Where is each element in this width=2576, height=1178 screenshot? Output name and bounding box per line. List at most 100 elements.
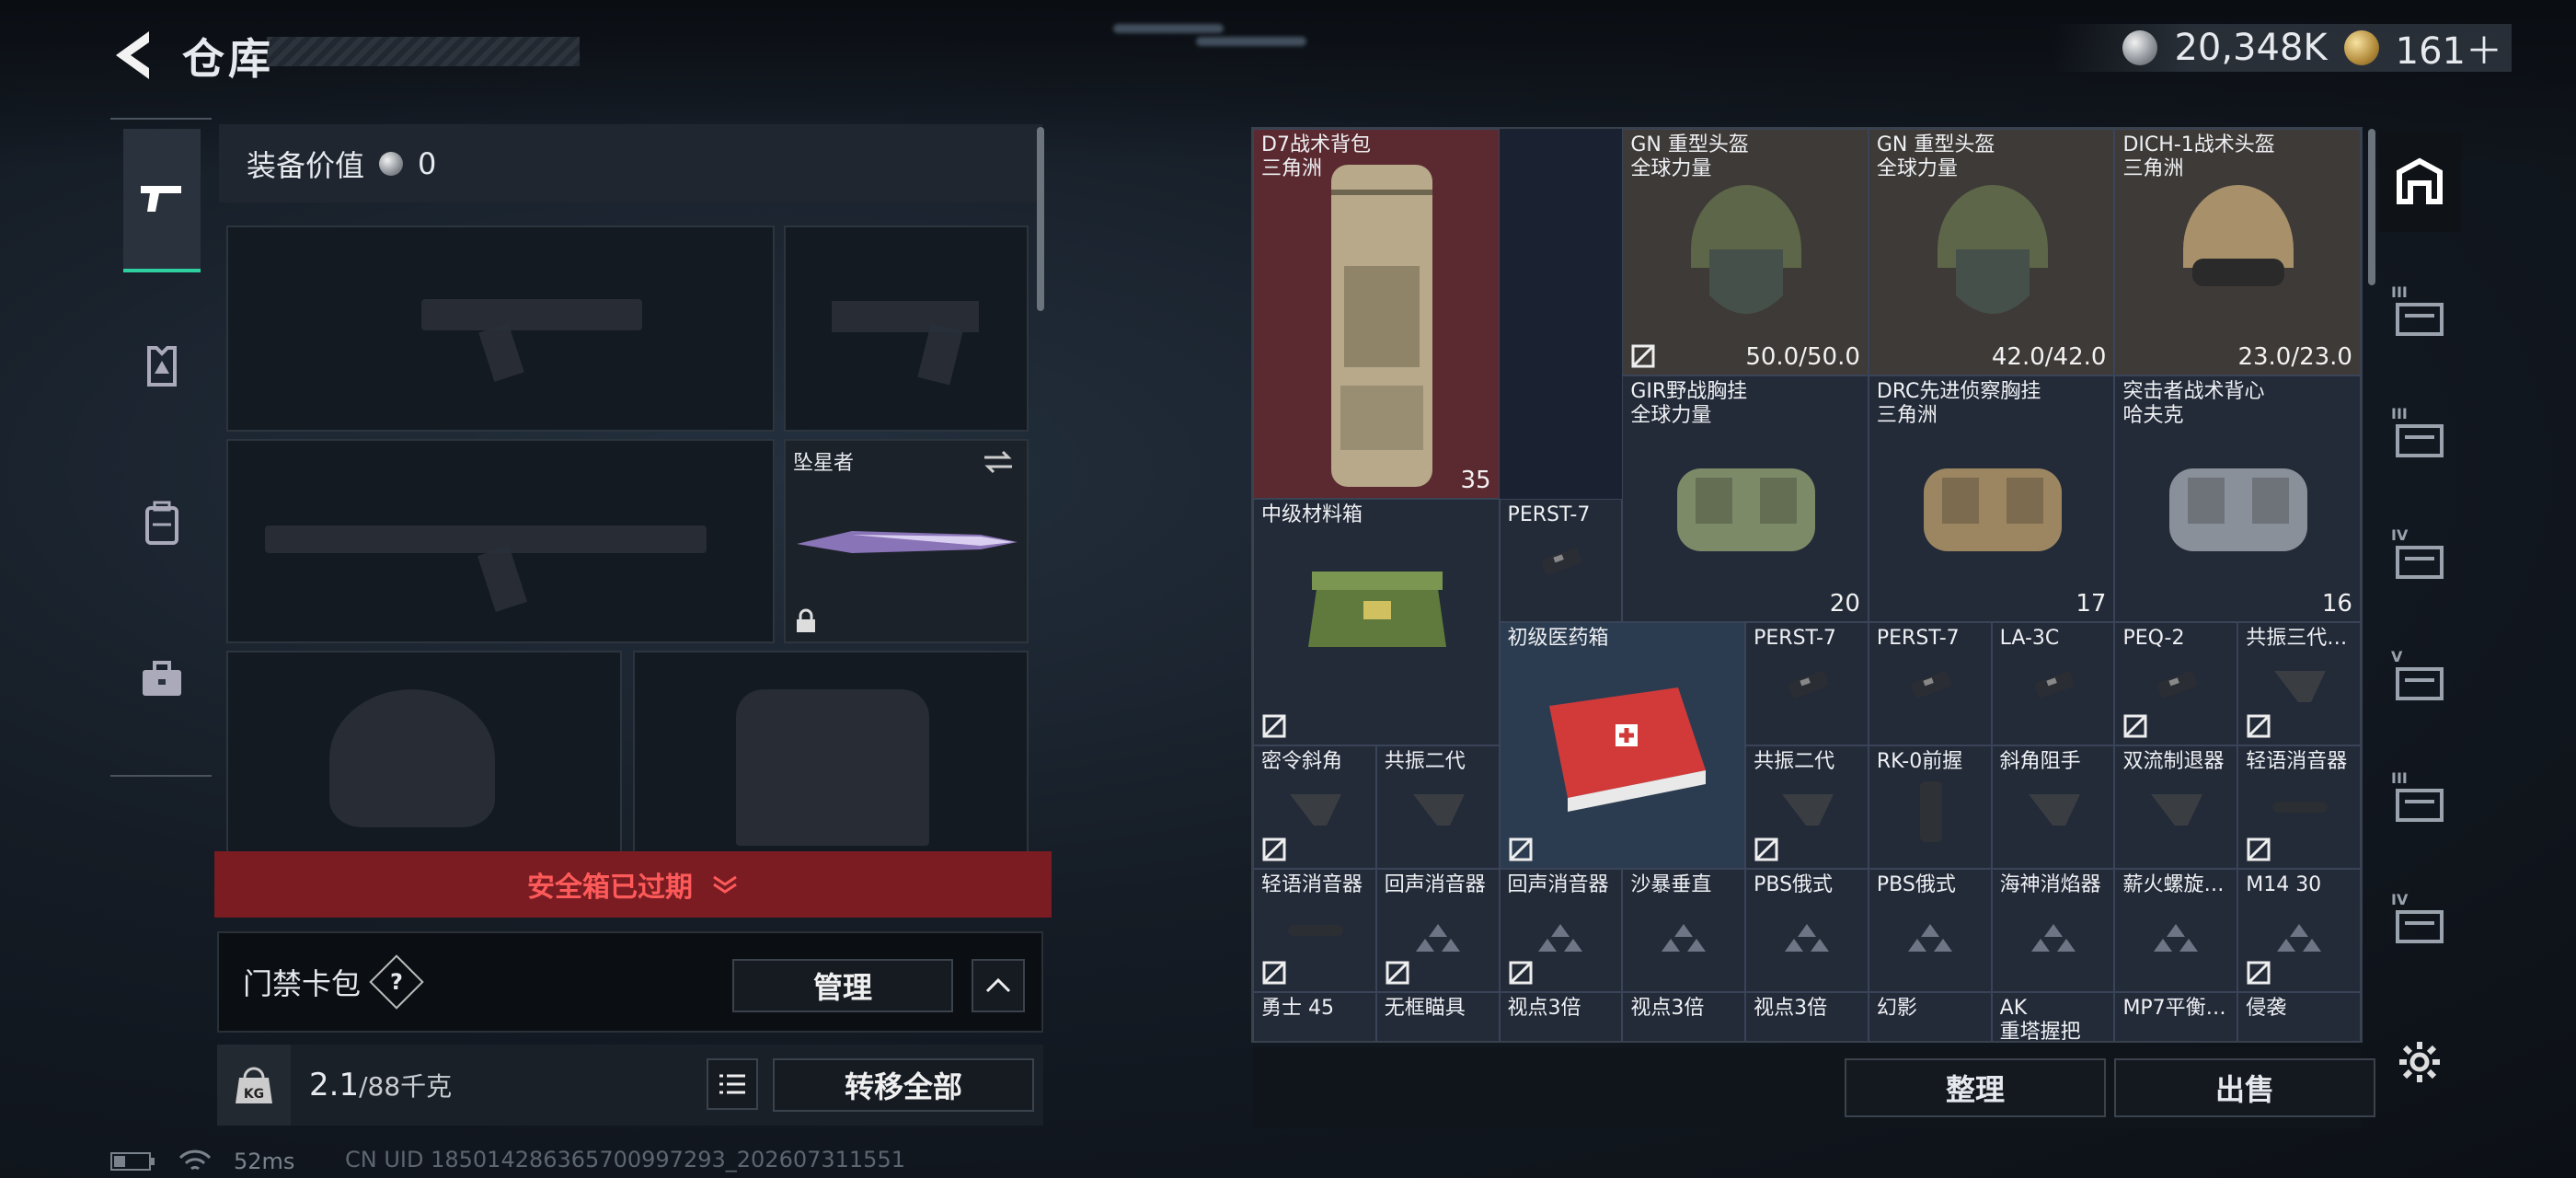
- collapse-button[interactable]: [972, 959, 1025, 1012]
- list-view-button[interactable]: [707, 1058, 758, 1110]
- inventory-item[interactable]: 薪火螺旋…: [2114, 869, 2238, 992]
- inventory-item[interactable]: GIR野战胸挂 全球力量 20: [1622, 375, 1869, 622]
- inventory-item[interactable]: LA-3C: [1991, 622, 2115, 745]
- safebox-expired-banner[interactable]: 安全箱已过期: [214, 851, 1052, 918]
- transfer-all-button[interactable]: 转移全部: [773, 1058, 1034, 1112]
- inventory-item[interactable]: 无框瞄具: [1375, 992, 1500, 1041]
- inventory-item[interactable]: 共振二代: [1375, 745, 1500, 869]
- inventory-item[interactable]: AK 重塔握把: [1991, 992, 2115, 1041]
- inventory-item[interactable]: 共振二代: [1745, 745, 1869, 869]
- help-icon[interactable]: ?: [369, 954, 424, 1010]
- inventory-item[interactable]: 回声消音器: [1499, 869, 1623, 992]
- gold-amount[interactable]: 161＋: [2396, 21, 2502, 75]
- inventory-item[interactable]: 中级材料箱: [1253, 499, 1500, 745]
- inventory-item[interactable]: 轻语消音器: [2237, 745, 2361, 869]
- inventory-item[interactable]: PERST-7: [1745, 622, 1869, 745]
- item-value: 50.0/50.0: [1745, 343, 1860, 371]
- inventory-item[interactable]: M14 30: [2237, 869, 2361, 992]
- pistol-silhouette: [832, 301, 979, 332]
- helmet-slot[interactable]: [226, 651, 622, 853]
- tab-case[interactable]: [123, 607, 201, 751]
- inventory-item[interactable]: 视点3倍: [1745, 992, 1869, 1041]
- inventory-item[interactable]: 突击者战术背心 哈夫克 16: [2114, 375, 2361, 622]
- inventory-item[interactable]: MP7平衡…: [2114, 992, 2238, 1041]
- item-subtitle: 哈夫克: [2122, 404, 2184, 427]
- inventory-item[interactable]: 共振三代…: [2237, 622, 2361, 745]
- tab-storage-tier[interactable]: III: [2378, 753, 2461, 854]
- inventory-item[interactable]: PEQ-2: [2114, 622, 2238, 745]
- vest-item-icon: [1923, 468, 2062, 551]
- helmet-item-icon: [1937, 185, 2048, 314]
- tab-storage-main[interactable]: [2378, 131, 2461, 232]
- rifle-grip-silhouette: [478, 323, 524, 382]
- inventory-item[interactable]: PBS俄式: [1745, 869, 1869, 992]
- tab-storage-tier[interactable]: III: [2378, 267, 2461, 368]
- equipment-scrollbar[interactable]: [1037, 127, 1044, 311]
- sell-button[interactable]: 出售: [2114, 1058, 2375, 1117]
- inventory-item[interactable]: 幻影: [1868, 992, 1992, 1041]
- inventory-item[interactable]: 沙暴垂直: [1622, 869, 1746, 992]
- inventory-item[interactable]: GN 重型头盔 全球力量 42.0/42.0: [1868, 129, 2115, 375]
- secondary-weapon-slot[interactable]: [226, 439, 775, 643]
- inventory-item[interactable]: 勇士 45: [1253, 992, 1376, 1041]
- item-name: 中级材料箱: [1261, 503, 1363, 526]
- inventory-item[interactable]: 斜角阻手: [1991, 745, 2115, 869]
- inventory-item[interactable]: 密令斜角: [1253, 745, 1376, 869]
- item-name: 轻语消音器: [1261, 873, 1363, 896]
- inventory-item[interactable]: 视点3倍: [1499, 992, 1623, 1041]
- item-name: 斜角阻手: [1999, 750, 2081, 773]
- svg-text:KG: KG: [244, 1087, 264, 1102]
- inventory-item[interactable]: PERST-7: [1499, 499, 1623, 622]
- unknown-item-icon: [1784, 923, 1829, 952]
- wifi-icon: [178, 1149, 212, 1171]
- attachment-icon: [2156, 671, 2198, 699]
- primary-weapon-slot[interactable]: [226, 225, 775, 432]
- item-name: 共振三代…: [2246, 627, 2348, 650]
- inventory-item[interactable]: DRC先进侦察胸挂 三角洲 17: [1868, 375, 2115, 622]
- settings-gear-icon[interactable]: [2398, 1040, 2442, 1084]
- armor-silhouette: [736, 689, 929, 846]
- inventory-item[interactable]: 初级医药箱: [1499, 622, 1746, 869]
- inventory-item[interactable]: PERST-7: [1868, 622, 1992, 745]
- tab-armor[interactable]: [123, 294, 201, 438]
- pistol-slot[interactable]: [784, 225, 1029, 432]
- inventory-item[interactable]: DICH-1战术头盔 三角洲 23.0/23.0: [2114, 129, 2361, 375]
- page-title: 仓库: [182, 34, 274, 84]
- item-name: 初级医药箱: [1507, 627, 1609, 650]
- inventory-item[interactable]: D7战术背包 三角洲 35: [1253, 129, 1500, 499]
- item-name: 沙暴垂直: [1630, 873, 1712, 896]
- inventory-item[interactable]: PBS俄式: [1868, 869, 1992, 992]
- inventory-item[interactable]: 回声消音器: [1375, 869, 1500, 992]
- swap-icon[interactable]: [981, 448, 1016, 476]
- tab-storage-tier[interactable]: IV: [2378, 874, 2461, 976]
- suppressor-icon: [1287, 925, 1343, 936]
- inventory-item[interactable]: 视点3倍: [1622, 992, 1746, 1041]
- armor-slot[interactable]: [633, 651, 1029, 853]
- inventory-item[interactable]: 轻语消音器: [1253, 869, 1376, 992]
- tab-storage-tier[interactable]: III: [2378, 388, 2461, 490]
- not-for-sale-icon: [1509, 837, 1533, 861]
- sort-button[interactable]: 整理: [1845, 1058, 2106, 1117]
- item-name: 幻影: [1876, 997, 1917, 1020]
- inventory-item[interactable]: RK-0前握: [1868, 745, 1992, 869]
- back-arrow-icon[interactable]: [109, 28, 164, 83]
- grip-cylinder-icon: [1919, 781, 1942, 842]
- item-value: 17: [2076, 590, 2107, 618]
- inventory-item[interactable]: 侵袭: [2237, 992, 2361, 1041]
- tab-storage-tier[interactable]: IV: [2378, 510, 2461, 611]
- inventory-item[interactable]: 海神消焰器: [1991, 869, 2115, 992]
- status-bar: 52ms: [110, 1149, 294, 1174]
- not-for-sale-icon: [1754, 837, 1778, 861]
- tab-backpack[interactable]: [123, 451, 201, 595]
- melee-slot[interactable]: 坠星者: [784, 439, 1029, 643]
- manage-button[interactable]: 管理: [732, 959, 953, 1012]
- item-name: 侵袭: [2246, 997, 2287, 1020]
- inventory-item[interactable]: GN 重型头盔 全球力量 50.0/50.0: [1622, 129, 1869, 375]
- tab-weapons[interactable]: [123, 129, 201, 272]
- tab-storage-tier[interactable]: V: [2378, 631, 2461, 733]
- tier-label: IV: [2391, 891, 2409, 908]
- inventory-item[interactable]: 双流制退器: [2114, 745, 2238, 869]
- rifle-silhouette: [265, 525, 707, 553]
- inventory-scrollbar[interactable]: [2368, 129, 2375, 285]
- silver-coin-icon: [379, 151, 404, 176]
